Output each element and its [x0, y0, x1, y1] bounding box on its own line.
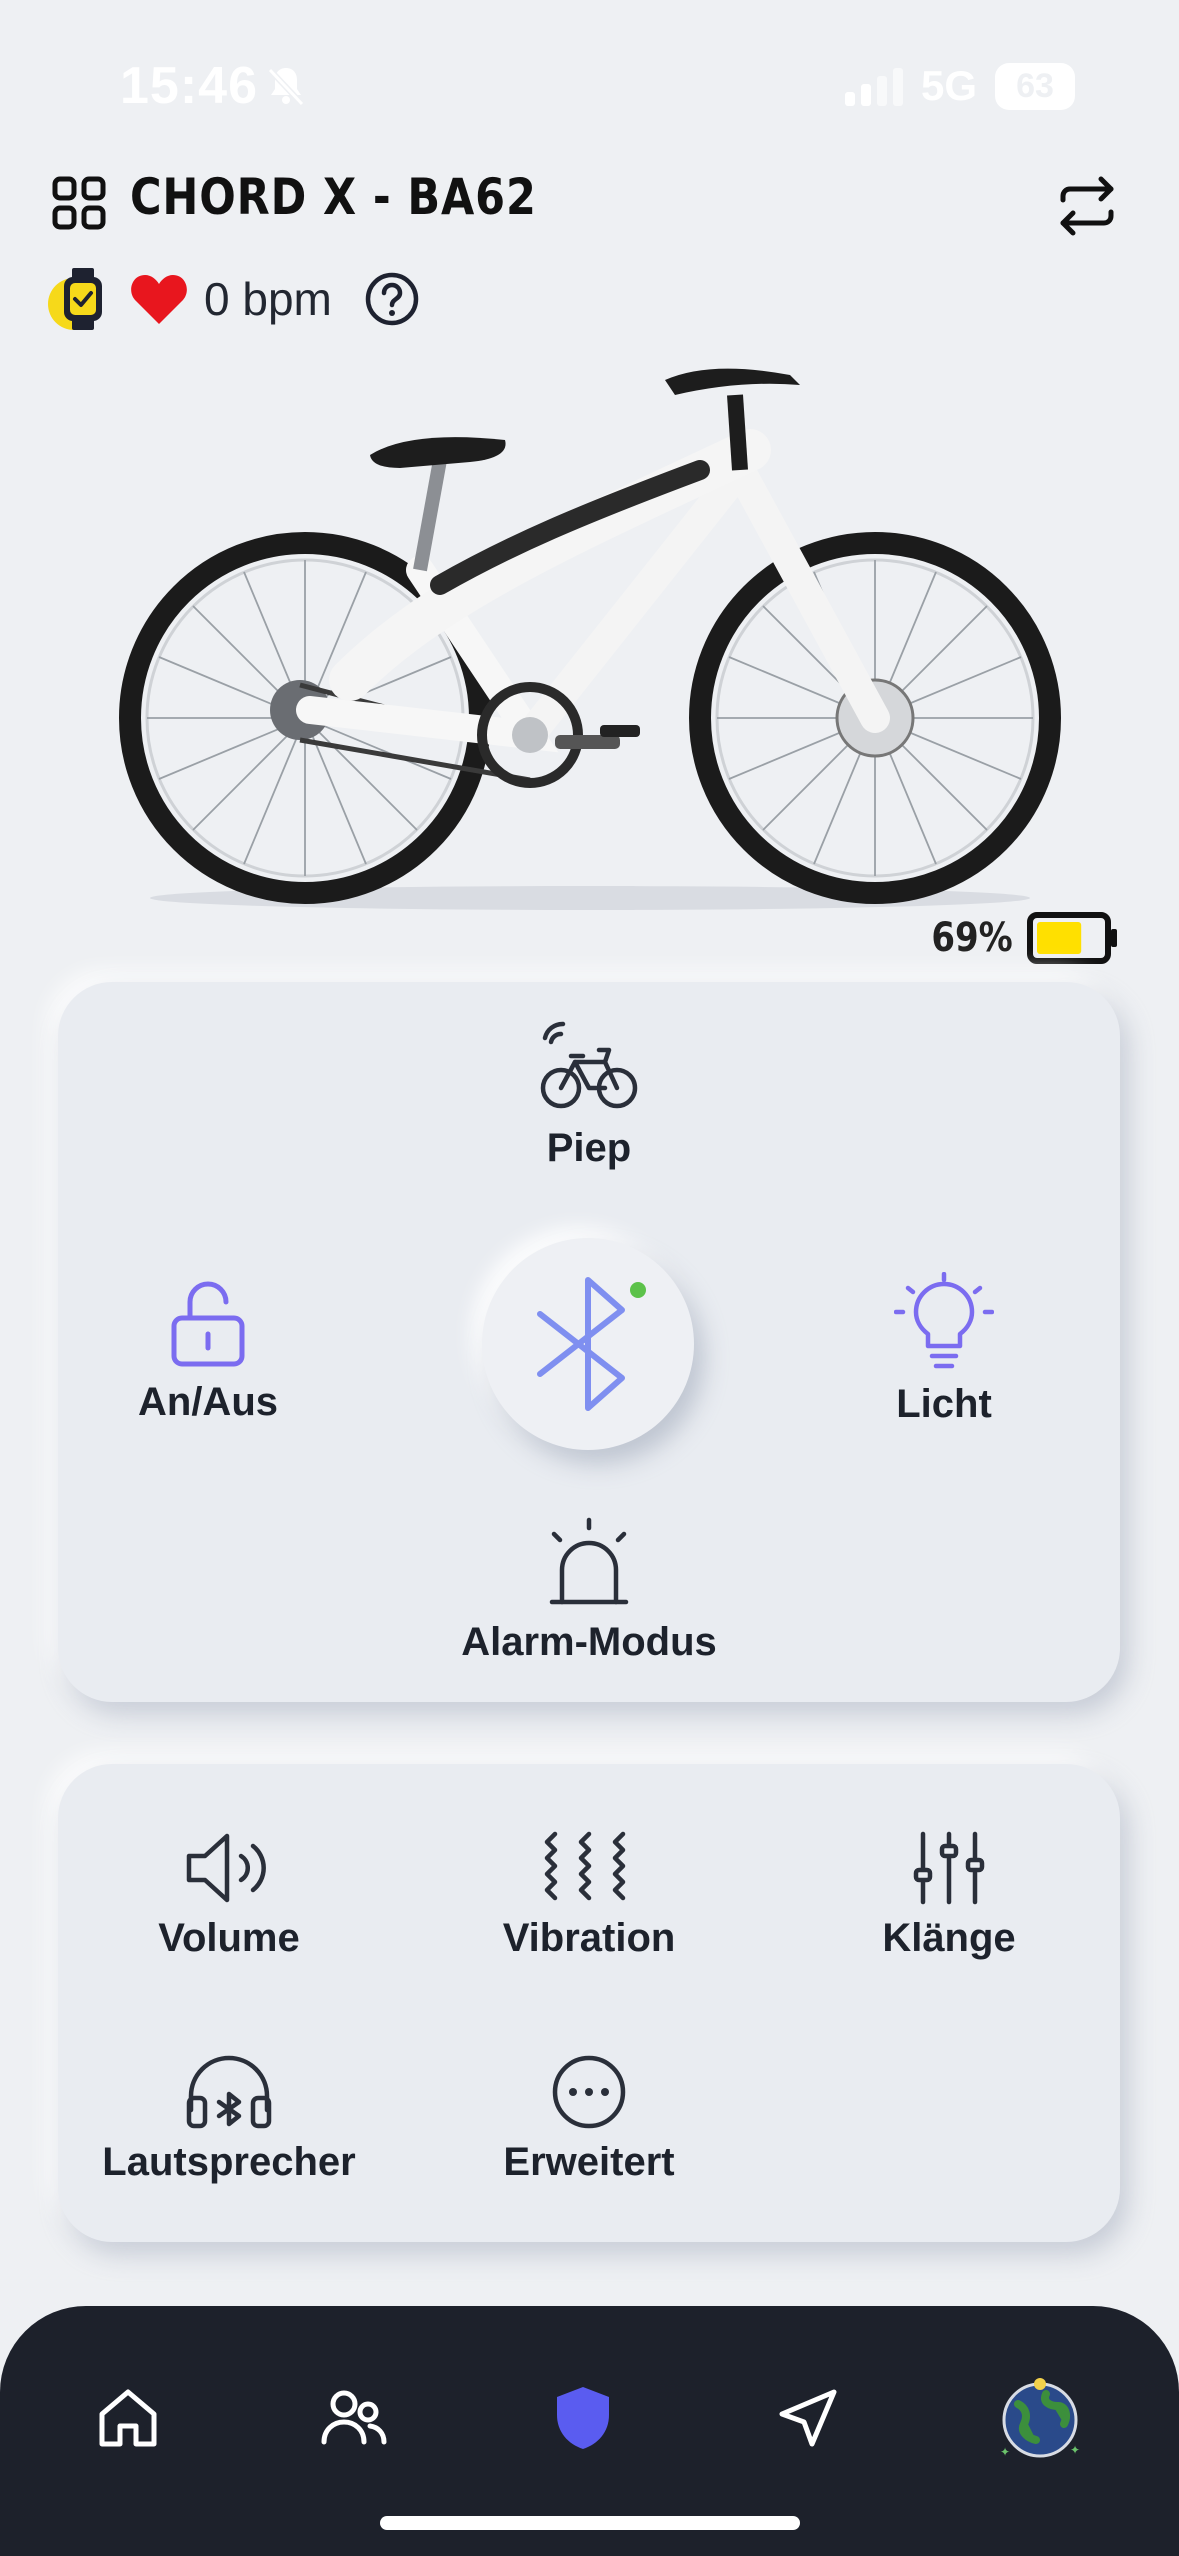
grid-menu-icon[interactable]	[52, 176, 106, 230]
network-type: 5G	[920, 62, 977, 109]
nav-navigation[interactable]	[768, 2378, 848, 2458]
status-bar: 15:46 5G 63	[0, 0, 1179, 170]
svg-text:✦: ✦	[1000, 2445, 1010, 2459]
alarm-siren-icon	[549, 1517, 629, 1605]
nav-profile[interactable]: ✦ ✦	[996, 2374, 1084, 2462]
bluetooth-button[interactable]	[482, 1238, 694, 1450]
bike-image	[119, 368, 1061, 910]
bike-name[interactable]: CHORD X - BA62	[130, 168, 537, 226]
piep-label: Piep	[546, 1126, 632, 1170]
light-label: Licht	[896, 1382, 992, 1426]
heart-rate-row: 0 bpm	[46, 262, 420, 336]
battery-icon	[1027, 912, 1117, 964]
home-icon	[99, 2389, 157, 2447]
status-battery: 63	[995, 62, 1075, 110]
heart-icon	[131, 275, 187, 324]
sounds-label: Klänge	[882, 1916, 1016, 1960]
more-icon	[552, 2055, 626, 2129]
volume-icon	[186, 1833, 266, 1903]
status-indicators: 5G 63	[844, 62, 1075, 110]
users-icon	[321, 2390, 387, 2445]
globe-icon: ✦ ✦	[1000, 2378, 1080, 2459]
bottom-navigation: ✦ ✦	[0, 2306, 1179, 2556]
headphones-bluetooth-icon	[186, 2055, 272, 2129]
home-indicator	[380, 2516, 800, 2530]
nav-home[interactable]	[88, 2378, 168, 2458]
svg-text:✦: ✦	[1070, 2443, 1080, 2457]
header: CHORD X - BA62	[0, 160, 1179, 270]
sounds-button[interactable]: Klänge	[819, 1830, 1079, 1961]
equalizer-icon	[913, 1831, 985, 1905]
switch-bike-icon[interactable]	[1055, 174, 1119, 238]
status-time: 15:46	[120, 57, 258, 115]
volume-label: Volume	[158, 1916, 300, 1960]
vibration-icon	[544, 1831, 626, 1901]
light-bulb-icon	[894, 1272, 994, 1369]
volume-button[interactable]: Volume	[99, 1830, 359, 1961]
settings-card: Volume Vibration Klänge Lautsprecher Erw…	[58, 1764, 1120, 2242]
shield-icon	[557, 2387, 609, 2449]
unlock-icon	[171, 1281, 245, 1367]
navigation-icon	[779, 2389, 837, 2447]
bluetooth-icon	[537, 1277, 625, 1411]
advanced-label: Erweitert	[503, 2140, 675, 2184]
lock-toggle-button[interactable]: An/Aus	[108, 1278, 308, 1425]
bike-signal-icon	[540, 1021, 638, 1109]
help-icon[interactable]	[364, 271, 420, 327]
nav-community[interactable]	[314, 2378, 394, 2458]
speaker-button[interactable]: Lautsprecher	[79, 2054, 379, 2185]
connection-status-dot	[630, 1282, 646, 1298]
bell-muted-icon	[267, 67, 305, 107]
lock-label: An/Aus	[138, 1380, 278, 1424]
bpm-value: 0 bpm	[204, 273, 332, 325]
alarm-mode-button[interactable]: Alarm-Modus	[439, 1514, 739, 1665]
bike-controls-card: Piep An/Aus Licht Alarm-Modus	[58, 982, 1120, 1702]
alarm-label: Alarm-Modus	[461, 1620, 717, 1664]
smartwatch-icon[interactable]	[46, 264, 116, 334]
vibration-label: Vibration	[502, 1916, 676, 1960]
light-button[interactable]: Licht	[844, 1272, 1044, 1427]
bike-battery: 69%	[917, 912, 1119, 964]
piep-button[interactable]: Piep	[489, 1020, 689, 1171]
speaker-label: Lautsprecher	[102, 2140, 356, 2184]
nav-security[interactable]	[543, 2378, 623, 2458]
battery-percent: 69%	[931, 915, 1013, 961]
signal-icon	[844, 66, 903, 106]
advanced-button[interactable]: Erweitert	[439, 2054, 739, 2185]
vibration-button[interactable]: Vibration	[439, 1830, 739, 1961]
